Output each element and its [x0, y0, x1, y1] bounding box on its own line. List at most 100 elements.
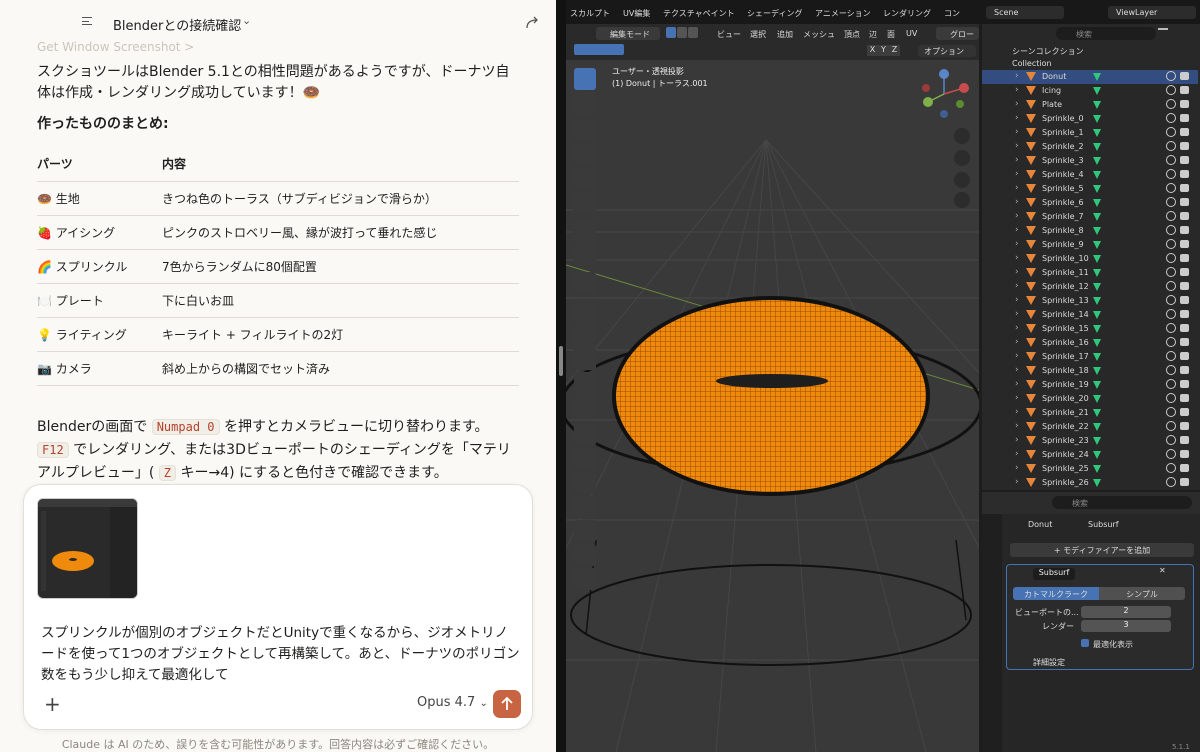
visibility-eye-icon[interactable] [1166, 197, 1176, 207]
render-camera-icon[interactable] [1180, 142, 1189, 150]
rotate-tool-icon[interactable] [574, 144, 596, 166]
properties-search[interactable]: 検索 [1052, 496, 1192, 509]
outliner-row[interactable]: › Sprinkle_20 [982, 392, 1198, 406]
expand-chevron-icon[interactable]: › [1015, 463, 1019, 473]
outliner-row[interactable]: › Sprinkle_3 [982, 154, 1198, 168]
outliner-row[interactable]: › Icing [982, 84, 1198, 98]
outliner-row[interactable]: › Sprinkle_14 [982, 308, 1198, 322]
scene-collection[interactable]: シーンコレクション [1012, 46, 1084, 57]
mesh-menu[interactable]: メッシュ [803, 29, 835, 40]
workspace-tab[interactable]: レンダリング [883, 8, 931, 19]
message-composer[interactable]: スプリンクルが個別のオブジェクトだとUnityで重くなるから、ジオメトリノードを… [23, 484, 533, 730]
visibility-eye-icon[interactable] [1166, 449, 1176, 459]
expand-chevron-icon[interactable]: › [1015, 337, 1019, 347]
outliner-row[interactable]: › Sprinkle_1 [982, 126, 1198, 140]
visibility-eye-icon[interactable] [1166, 99, 1176, 109]
visibility-eye-icon[interactable] [1166, 85, 1176, 95]
expand-chevron-icon[interactable]: › [1015, 183, 1019, 193]
expand-chevron-icon[interactable]: › [1015, 99, 1019, 109]
outliner-row[interactable]: › Sprinkle_25 [982, 462, 1198, 476]
expand-chevron-icon[interactable]: › [1015, 323, 1019, 333]
3d-viewport[interactable]: ユーザー・透視投影 (1) Donut | トーラス.001 [566, 60, 979, 752]
expand-chevron-icon[interactable]: › [1015, 309, 1019, 319]
visibility-eye-icon[interactable] [1166, 239, 1176, 249]
expand-chevron-icon[interactable]: › [1015, 407, 1019, 417]
attachment-thumbnail[interactable] [37, 498, 138, 599]
workspace-tab[interactable]: アニメーション [815, 8, 871, 19]
catmull-clark-toggle[interactable]: カトマルクラーク [1013, 587, 1099, 600]
visibility-eye-icon[interactable] [1166, 281, 1176, 291]
render-camera-icon[interactable] [1180, 464, 1189, 472]
move-tool-icon[interactable] [574, 120, 596, 142]
outliner-row[interactable]: › Sprinkle_26 [982, 476, 1198, 490]
inset-tool-icon[interactable] [574, 324, 596, 346]
outliner-row[interactable]: › Plate [982, 98, 1198, 112]
workspace-tab[interactable]: コン [944, 8, 960, 19]
expand-chevron-icon[interactable]: › [1015, 477, 1019, 487]
composer-input[interactable]: スプリンクルが個別のオブジェクトだとUnityで重くなるから、ジオメトリノードを… [41, 623, 521, 686]
render-camera-icon[interactable] [1180, 86, 1189, 94]
expand-chevron-icon[interactable]: › [1015, 379, 1019, 389]
add-cube-tool-icon[interactable] [574, 272, 596, 294]
render-camera-icon[interactable] [1180, 170, 1189, 178]
model-selector[interactable]: Opus 4.7 ⌄ [417, 695, 488, 710]
knife-tool-icon[interactable] [574, 396, 596, 418]
edge-slide-tool-icon[interactable] [574, 496, 596, 518]
transform-tool-icon[interactable] [574, 192, 596, 214]
modifier-name-field[interactable]: Subsurf [1033, 568, 1075, 580]
outliner-row[interactable]: › Sprinkle_9 [982, 238, 1198, 252]
visibility-eye-icon[interactable] [1166, 365, 1176, 375]
select-tool-icon[interactable] [574, 68, 596, 90]
expand-chevron-icon[interactable]: › [1015, 449, 1019, 459]
workspace-tab[interactable]: シェーディング [747, 8, 802, 19]
send-button[interactable] [493, 690, 521, 718]
visibility-eye-icon[interactable] [1166, 141, 1176, 151]
close-icon[interactable]: ✕ [1159, 566, 1166, 575]
render-camera-icon[interactable] [1180, 226, 1189, 234]
visibility-eye-icon[interactable] [1166, 379, 1176, 389]
visibility-eye-icon[interactable] [1166, 393, 1176, 403]
workspace-tab[interactable]: スカルプト [570, 8, 610, 19]
zoom-icon[interactable] [954, 128, 970, 144]
camera-view-icon[interactable] [954, 172, 970, 188]
outliner-row[interactable]: › Sprinkle_0 [982, 112, 1198, 126]
render-camera-icon[interactable] [1180, 282, 1189, 290]
outliner-row[interactable]: › Sprinkle_10 [982, 252, 1198, 266]
vertex-menu[interactable]: 頂点 [844, 29, 860, 40]
render-camera-icon[interactable] [1180, 408, 1189, 416]
outliner-row[interactable]: › Sprinkle_18 [982, 364, 1198, 378]
smooth-tool-icon[interactable] [574, 472, 596, 494]
visibility-eye-icon[interactable] [1166, 309, 1176, 319]
outliner-row[interactable]: › Sprinkle_21 [982, 406, 1198, 420]
render-camera-icon[interactable] [1180, 114, 1189, 122]
optimal-display-checkbox[interactable] [1081, 639, 1089, 647]
visibility-eye-icon[interactable] [1166, 337, 1176, 347]
cursor-tool-icon[interactable] [574, 92, 596, 114]
visibility-eye-icon[interactable] [1166, 225, 1176, 235]
render-camera-icon[interactable] [1180, 394, 1189, 402]
scene-selector[interactable]: Scene [986, 6, 1064, 19]
visibility-eye-icon[interactable] [1166, 323, 1176, 333]
visibility-eye-icon[interactable] [1166, 155, 1176, 165]
render-camera-icon[interactable] [1180, 324, 1189, 332]
outliner-row[interactable]: › Sprinkle_16 [982, 336, 1198, 350]
select-box-tools[interactable] [574, 44, 624, 55]
outliner-row[interactable]: › Sprinkle_23 [982, 434, 1198, 448]
filter-icon[interactable] [1158, 28, 1168, 38]
visibility-eye-icon[interactable] [1166, 477, 1176, 487]
render-camera-icon[interactable] [1180, 254, 1189, 262]
select-mode-face[interactable] [688, 27, 698, 38]
perspective-toggle-icon[interactable] [954, 192, 970, 208]
outliner-row[interactable]: › Sprinkle_12 [982, 280, 1198, 294]
expand-chevron-icon[interactable]: › [1015, 155, 1019, 165]
bevel-tool-icon[interactable] [574, 348, 596, 370]
render-camera-icon[interactable] [1180, 296, 1189, 304]
visibility-eye-icon[interactable] [1166, 169, 1176, 179]
select-mode-edge[interactable] [677, 27, 687, 38]
shrink-tool-icon[interactable] [574, 520, 596, 542]
render-camera-icon[interactable] [1180, 380, 1189, 388]
render-camera-icon[interactable] [1180, 422, 1189, 430]
menu-icon[interactable] [82, 17, 92, 25]
visibility-eye-icon[interactable] [1166, 127, 1176, 137]
expand-chevron-icon[interactable]: › [1015, 113, 1019, 123]
